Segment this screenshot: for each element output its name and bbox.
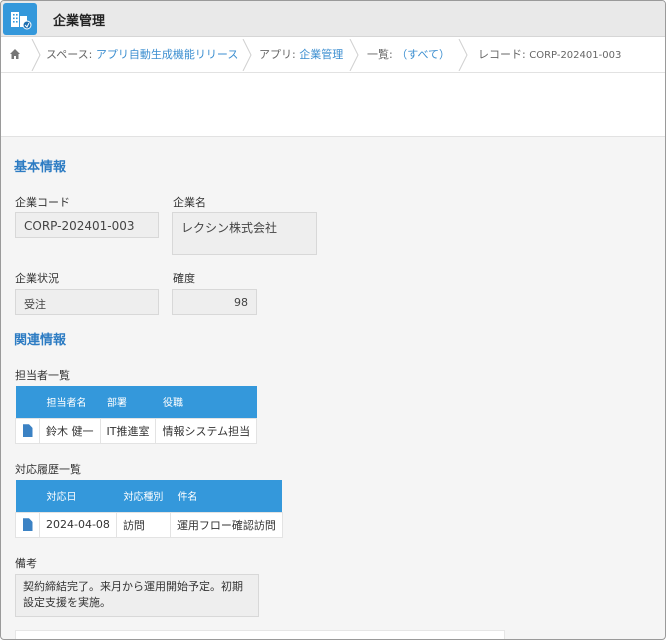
building-app-icon[interactable] — [3, 3, 37, 35]
history-table: 対応日 対応種別 件名 2024-04-08 訪問 運用フロー確認訪問 — [15, 480, 283, 538]
breadcrumb-list[interactable]: 一覧: （すべて） — [367, 37, 450, 73]
breadcrumb-record-id: CORP-202401-003 — [529, 50, 622, 61]
company-code-label: 企業コード — [15, 196, 70, 209]
company-status-value: 受注 — [15, 289, 159, 315]
app-window: 企業管理 スペース: アプリ自動生成機能リリース アプリ: 企業管理 一覧: （… — [0, 0, 666, 640]
breadcrumb-space-link[interactable]: アプリ自動生成機能リリース — [96, 48, 238, 61]
contact-title-cell: 情報システム担当 — [155, 417, 258, 444]
contact-dept-cell: IT推進室 — [99, 417, 157, 444]
breadcrumb-app-prefix: アプリ: — [259, 48, 296, 61]
table-row[interactable]: 鈴木 健一 IT推進室 情報システム担当 — [15, 417, 258, 444]
memo-label: 備考 — [15, 557, 37, 570]
breadcrumb-separator-icon — [458, 39, 468, 71]
contacts-header-dept: 部署 — [100, 386, 156, 418]
breadcrumb-space[interactable]: スペース: アプリ自動生成機能リリース — [46, 37, 238, 73]
record-detail-link[interactable] — [15, 417, 40, 444]
contacts-header-row: 担当者名 部署 役職 — [15, 386, 257, 418]
history-label: 対応履歴一覧 — [15, 463, 81, 476]
history-header-row: 対応日 対応種別 件名 — [15, 480, 283, 512]
company-code-value: CORP-202401-003 — [15, 212, 159, 238]
home-icon[interactable] — [9, 37, 21, 73]
history-header-date: 対応日 — [39, 480, 117, 512]
breadcrumb-app[interactable]: アプリ: 企業管理 — [259, 37, 343, 73]
app-header: 企業管理 — [1, 1, 665, 37]
breadcrumb-separator-icon — [242, 39, 252, 71]
certainty-label: 確度 — [173, 272, 195, 285]
contacts-header-icon — [15, 386, 40, 418]
history-header-icon — [15, 480, 40, 512]
company-status-label: 企業状況 — [15, 272, 59, 285]
company-name-value: レクシン株式会社 — [172, 212, 317, 255]
table-row[interactable]: 2024-04-08 訪問 運用フロー確認訪問 — [15, 511, 283, 538]
footer-strip — [15, 630, 505, 639]
breadcrumb-separator-icon — [349, 39, 359, 71]
certainty-value: 98 — [172, 289, 257, 315]
breadcrumb-space-prefix: スペース: — [46, 48, 93, 61]
breadcrumb-app-link[interactable]: 企業管理 — [299, 48, 343, 61]
contact-name-cell: 鈴木 健一 — [39, 417, 101, 444]
contacts-table: 担当者名 部署 役職 鈴木 健一 IT推進室 情報システム担当 — [15, 386, 258, 444]
section-title-related: 関連情報 — [14, 333, 67, 348]
history-type-cell: 訪問 — [115, 511, 171, 538]
history-subject-cell: 運用フロー確認訪問 — [169, 511, 283, 538]
breadcrumb: スペース: アプリ自動生成機能リリース アプリ: 企業管理 一覧: （すべて） … — [1, 37, 665, 73]
document-icon[interactable] — [22, 424, 33, 438]
record-detail-link[interactable] — [15, 511, 40, 538]
memo-value: 契約締結完了。来月から運用開始予定。初期設定支援を実施。 — [15, 574, 259, 617]
company-name-label: 企業名 — [173, 196, 206, 209]
history-header-subject: 件名 — [170, 480, 283, 512]
breadcrumb-list-prefix: 一覧: — [367, 48, 393, 61]
section-title-basic: 基本情報 — [14, 160, 67, 175]
history-date-cell: 2024-04-08 — [39, 511, 117, 538]
breadcrumb-separator-icon — [31, 39, 41, 71]
app-title: 企業管理 — [53, 14, 106, 29]
record-toolbar — [1, 73, 665, 137]
history-header-type: 対応種別 — [116, 480, 171, 512]
contacts-header-title: 役職 — [155, 386, 257, 418]
contacts-label: 担当者一覧 — [15, 369, 70, 382]
document-icon[interactable] — [22, 518, 33, 532]
breadcrumb-list-link[interactable]: （すべて） — [396, 48, 450, 61]
breadcrumb-record: レコード: CORP-202401-003 — [478, 37, 621, 73]
breadcrumb-record-prefix: レコード: — [478, 48, 526, 61]
contacts-header-name: 担当者名 — [39, 386, 100, 418]
